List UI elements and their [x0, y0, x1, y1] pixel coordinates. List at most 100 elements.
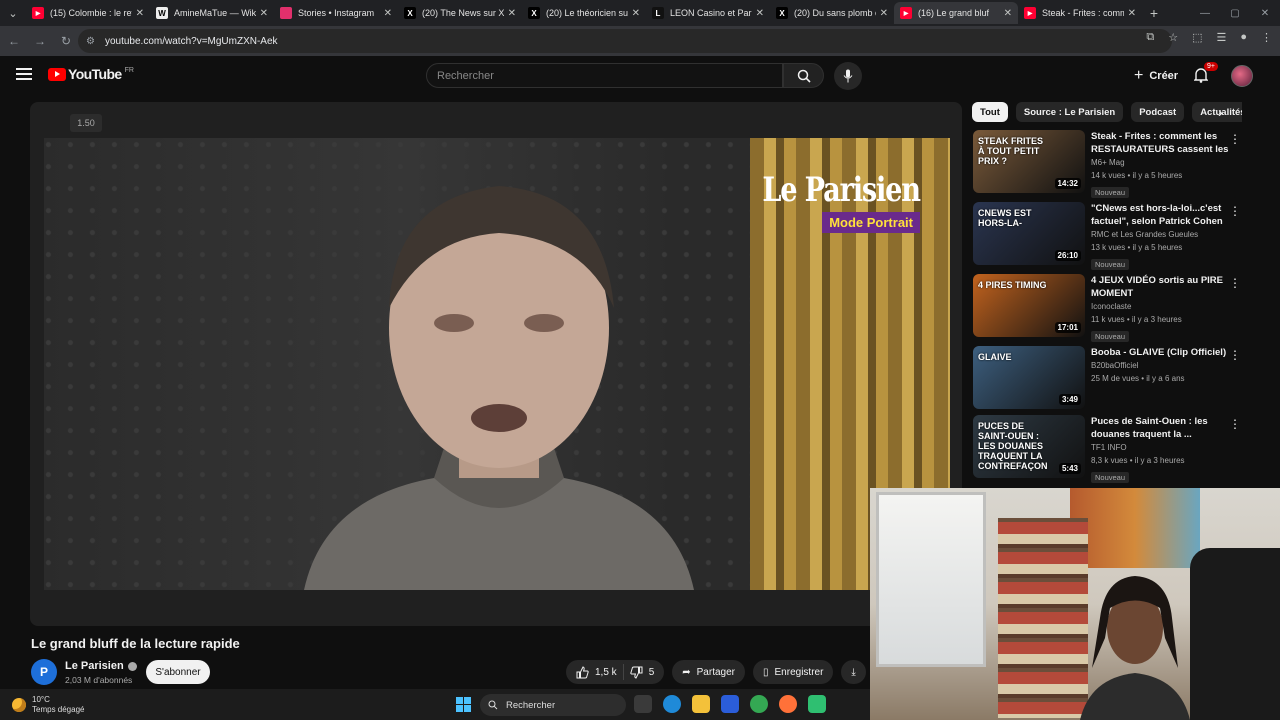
video-thumbnail[interactable]: 4 PIRES TIMING 17:01 — [973, 274, 1085, 337]
close-tab-icon[interactable]: ✕ — [756, 8, 764, 19]
firefox-icon[interactable] — [779, 695, 797, 713]
close-tab-icon[interactable]: ✕ — [880, 8, 888, 19]
account-avatar[interactable] — [1231, 65, 1253, 87]
browser-tab[interactable]: W AmineMaTue — Wiki ✕ — [150, 2, 274, 24]
recommendation-title[interactable]: "CNews est hors-la-loi...c'est factuel",… — [1091, 202, 1231, 228]
filter-chip[interactable]: Source : Le Parisien — [1015, 102, 1124, 122]
download-button[interactable]: ⤓ — [841, 660, 866, 684]
recommendation-item[interactable]: STEAK FRITES À TOUT PETIT PRIX ? 14:32 Ste… — [973, 130, 1253, 198]
notifications-button[interactable]: 9+ — [1193, 62, 1218, 88]
weather-widget[interactable]: 10°C Temps dégagé — [12, 695, 84, 715]
search-input[interactable]: Rechercher — [426, 63, 783, 88]
site-info-icon[interactable]: ⚙ — [86, 36, 95, 47]
omnibox[interactable]: ⚙ youtube.com/watch?v=MgUmZXN-Aek — [78, 29, 1172, 53]
recommendation-title[interactable]: Puces de Saint-Ouen : les douanes traque… — [1091, 415, 1231, 441]
browser-tab[interactable]: L LEON Casino et Paris ✕ — [646, 2, 770, 24]
app-icon[interactable] — [808, 695, 826, 713]
close-tab-icon[interactable]: ✕ — [260, 8, 268, 19]
search-button[interactable] — [783, 63, 824, 88]
more-options-icon[interactable]: ⋮ — [1229, 417, 1241, 431]
more-options-icon[interactable]: ⋮ — [1229, 204, 1241, 218]
store-icon[interactable] — [721, 695, 739, 713]
reload-icon[interactable]: ↻ — [54, 29, 78, 53]
youtube-logo[interactable]: YouTube FR — [48, 66, 134, 82]
video-thumbnail[interactable]: GLAIVE 3:49 — [973, 346, 1085, 409]
task-view-icon[interactable] — [634, 695, 652, 713]
recommendation-item[interactable]: PUCES DE SAINT-OUEN : LES DOUANES TRAQUE… — [973, 415, 1253, 483]
filter-chip[interactable]: Podcast — [1131, 102, 1185, 122]
browser-tab[interactable]: Stories • Instagram ✕ — [274, 2, 398, 24]
video-thumbnail[interactable]: STEAK FRITES À TOUT PETIT PRIX ? 14:32 — [973, 130, 1085, 193]
like-button[interactable]: 1,5 k — [576, 665, 617, 679]
video-thumbnail[interactable]: PUCES DE SAINT-OUEN : LES DOUANES TRAQUE… — [973, 415, 1085, 478]
close-tab-icon[interactable]: ✕ — [1004, 8, 1012, 19]
recommendation-channel[interactable]: M6+ Mag — [1091, 158, 1125, 167]
recommendation-channel[interactable]: RMC — [1091, 230, 1109, 239]
dislike-button[interactable]: 5 — [630, 666, 654, 679]
browser-tab[interactable]: X (20) The News sur X ✕ — [398, 2, 522, 24]
recommendation-item[interactable]: CNEWS EST HORS-LA- 26:10 "CNews est hors-l… — [973, 202, 1253, 270]
subscribe-button[interactable]: S'abonner — [146, 660, 210, 684]
video-duration: 17:01 — [1054, 322, 1081, 333]
close-window-icon[interactable]: ✕ — [1250, 0, 1280, 26]
close-tab-icon[interactable]: ✕ — [136, 8, 144, 19]
taskbar-search[interactable]: Rechercher — [480, 694, 626, 716]
close-tab-icon[interactable]: ✕ — [508, 8, 516, 19]
tab-search-button[interactable]: ⌄ — [0, 0, 26, 26]
back-icon[interactable]: ← — [2, 29, 26, 53]
chrome-icon[interactable] — [750, 695, 768, 713]
filter-chip[interactable]: Tout — [972, 102, 1008, 122]
profile-icon[interactable]: ● — [1240, 31, 1247, 44]
video-frame[interactable]: Le Parisien Mode Portrait — [44, 138, 950, 590]
browser-tab[interactable]: X (20) Le théoricien sur ✕ — [522, 2, 646, 24]
edge-icon[interactable] — [663, 695, 681, 713]
channel-name[interactable]: Le Parisien — [65, 660, 124, 672]
save-button[interactable]: ▯ Enregistrer — [753, 660, 834, 684]
forward-icon[interactable]: → — [28, 29, 52, 53]
video-player[interactable]: 1.50 Le Parisien Mode Portrait — [30, 102, 962, 626]
windows-start-icon[interactable] — [456, 697, 471, 712]
recommendation-channel-secondary[interactable]: et Les Grandes Gueules — [1109, 230, 1198, 239]
recommendation-title[interactable]: Steak - Frites : comment les RESTAURATEU… — [1091, 130, 1231, 156]
close-tab-icon[interactable]: ✕ — [384, 8, 392, 19]
recommendation-title[interactable]: Booba - GLAIVE (Clip Officiel) — [1091, 346, 1231, 359]
taskbar-apps — [634, 695, 826, 713]
more-options-icon[interactable]: ⋮ — [1229, 132, 1241, 146]
minimize-icon[interactable]: — — [1190, 0, 1220, 26]
browser-tab[interactable]: ▶ (16) Le grand bluf ✕ — [894, 2, 1018, 24]
browser-tab[interactable]: ▶ (15) Colombie : le ret ✕ — [26, 2, 150, 24]
create-button[interactable]: + Créer — [1126, 64, 1186, 88]
recommendation-channel[interactable]: B20baOfficiel — [1091, 361, 1138, 370]
sidebar-icon[interactable]: ☰ — [1216, 31, 1226, 44]
menu-hamburger-icon[interactable] — [16, 68, 32, 83]
more-options-icon[interactable]: ⋮ — [1229, 348, 1241, 362]
new-tab-button[interactable]: + — [1142, 5, 1166, 21]
recommendation-channel-row: B20baOfficiel — [1091, 359, 1231, 372]
maximize-icon[interactable]: ▢ — [1220, 0, 1250, 26]
recommendation-channel[interactable]: Iconoclaste — [1091, 302, 1131, 311]
share-button[interactable]: ➦ Partager — [672, 660, 745, 684]
menu-icon[interactable]: ⋮ — [1261, 31, 1272, 44]
recommendation-item[interactable]: 4 PIRES TIMING 17:01 4 JEUX VIDÉO sortis a… — [973, 274, 1253, 342]
file-explorer-icon[interactable] — [692, 695, 710, 713]
video-thumbnail[interactable]: CNEWS EST HORS-LA- 26:10 — [973, 202, 1085, 265]
voice-search-button[interactable] — [834, 62, 862, 90]
recommendation-channel[interactable]: TF1 INFO — [1091, 443, 1127, 452]
recommendation-title[interactable]: 4 JEUX VIDÉO sortis au PIRE MOMENT — [1091, 274, 1231, 300]
close-tab-icon[interactable]: ✕ — [1128, 8, 1136, 19]
thumbs-up-icon — [576, 665, 589, 678]
chevron-right-icon[interactable]: › — [1218, 104, 1223, 120]
browser-tab[interactable]: X (20) Du sans plomb c ✕ — [770, 2, 894, 24]
channel-name-row[interactable]: Le Parisien — [65, 660, 137, 672]
x-icon: X — [528, 7, 540, 19]
install-app-icon[interactable]: ⧉ — [1146, 31, 1154, 44]
recommendation-item[interactable]: GLAIVE 3:49 Booba - GLAIVE (Clip Officiel)… — [973, 346, 1253, 410]
close-tab-icon[interactable]: ✕ — [632, 8, 640, 19]
channel-avatar[interactable]: P — [31, 659, 57, 685]
browser-tab[interactable]: ▶ Steak - Frites : comm ✕ — [1018, 2, 1142, 24]
extensions-icon[interactable]: ⬚ — [1192, 31, 1202, 44]
bookmark-star-icon[interactable]: ☆ — [1168, 31, 1178, 44]
recommendation-meta: "CNews est hors-la-loi...c'est factuel",… — [1091, 202, 1231, 272]
more-options-icon[interactable]: ⋮ — [1229, 276, 1241, 290]
new-badge: Nouveau — [1091, 259, 1130, 270]
